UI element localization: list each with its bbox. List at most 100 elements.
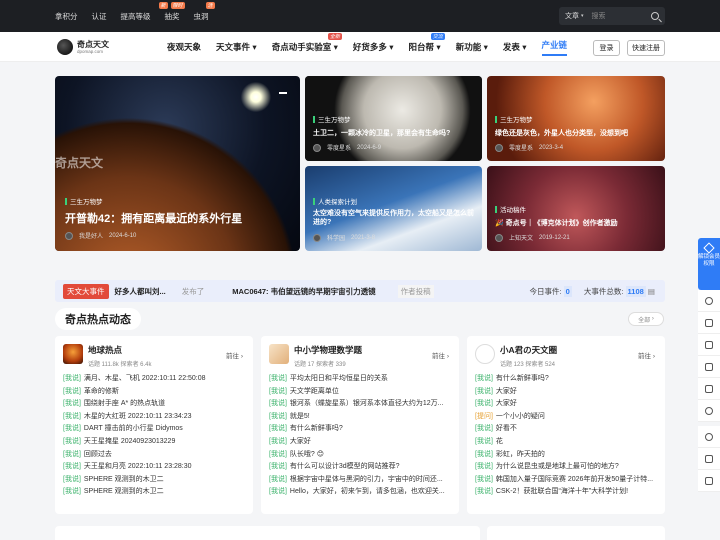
column-name[interactable]: 中小学物理数学题 xyxy=(294,344,362,356)
list-item[interactable]: [我说] 木星的大红斑 2022:10:11 23:34:23 xyxy=(63,411,247,424)
chevron-down-icon: ▾ xyxy=(389,42,394,52)
nav-item-publish[interactable]: 发表 ▾ xyxy=(503,41,527,53)
nav-item-sky[interactable]: 夜观天象 xyxy=(167,41,201,53)
banner-main-category: 三生万物梦 xyxy=(65,196,103,206)
banner-watermark: 奇点天文 xyxy=(55,156,104,170)
search-type-select[interactable]: 文章 xyxy=(565,11,579,21)
column-name[interactable]: 地球热点 xyxy=(88,344,151,356)
banner-activity-title[interactable]: 🎉 奇点号｜《博克体计划》创作者激励 xyxy=(495,218,618,228)
list-item[interactable]: [我说] CSK-2！获批联合国“海洋十年”大科学计划! xyxy=(475,486,659,499)
section-all-button[interactable]: 全部 › xyxy=(628,312,664,326)
sidebar-top-button[interactable] xyxy=(698,470,720,492)
list-item[interactable]: [我说] 就是5! xyxy=(269,411,453,424)
author-avatar xyxy=(495,143,503,152)
nav-item-industry[interactable]: 产业链 xyxy=(541,39,568,56)
banner-spaceship[interactable]: 人类探索计划 太空难没有空气来提供反作用力，太空船又是怎么前进的? 科学园 202… xyxy=(305,166,482,251)
list-item[interactable]: [我说] 为什么说昆虫或是地球上最可怕的地方? xyxy=(475,461,659,474)
banner-aliens-title[interactable]: 绿色还是灰色，外星人也分类型，没想到吧 xyxy=(495,128,628,138)
list-item[interactable]: [我说] 革命的修斯 xyxy=(63,386,247,399)
list-item[interactable]: [我说] 大家好 xyxy=(269,436,453,449)
ticker-source: 作者投稿 xyxy=(397,284,434,298)
top-link-wormhole[interactable]: 虫洞活 xyxy=(194,1,215,22)
sidebar-cart-button[interactable] xyxy=(698,312,720,334)
list-item[interactable]: [我说] DART 撞击前的小行星 Didymos xyxy=(63,423,247,436)
list-item[interactable]: [我说] 花 xyxy=(475,436,659,449)
list-item[interactable]: [我说] Hello，大家好，初来乍到，请多包涵，也欢迎关... xyxy=(269,486,453,499)
column-header[interactable]: 小A君の天文圈 话题 123 探索者 524 xyxy=(475,344,557,368)
top-link-points[interactable]: 拿积分 xyxy=(55,11,78,22)
chevron-down-icon: ▾ xyxy=(483,42,488,52)
search-input[interactable]: 搜索 xyxy=(592,11,651,21)
banner-aliens[interactable]: 三生万物梦 绿色还是灰色，外星人也分类型，没想到吧 零度星系 2023-3-4 xyxy=(487,76,665,161)
banner-spaceship-title[interactable]: 太空难没有空气来提供反作用力，太空船又是怎么前进的? xyxy=(313,209,478,227)
list-item[interactable]: [我说] 天文学距离单位 xyxy=(269,386,453,399)
column-go-button[interactable]: 前往 xyxy=(432,350,449,360)
list-item[interactable]: [我说] 大家好 xyxy=(475,386,659,399)
sidebar-user-button[interactable] xyxy=(698,290,720,312)
logo-sub: dpomap.com xyxy=(77,48,104,54)
list-item[interactable]: [我说] 围绕射手座 A* 的热点轨道 xyxy=(63,398,247,411)
sidebar-edit-button[interactable] xyxy=(698,448,720,470)
banner-enceladus[interactable]: 三生万物梦 土卫二，一颗冰冷的卫星，那里会有生命吗? 零度星系 2024-6-9 xyxy=(305,76,482,161)
slider-indicator[interactable] xyxy=(279,92,287,94)
nav-item-goods[interactable]: 好货多多 ▾ xyxy=(353,41,394,53)
list-item[interactable]: [我说] 平均太阳日和平均恒星日的关系 xyxy=(269,373,453,386)
sidebar-service-button[interactable] xyxy=(698,426,720,448)
list-item[interactable]: [我说] SPHERE 观测到的木卫二 xyxy=(63,474,247,487)
banner-enceladus-title[interactable]: 土卫二，一颗冰冷的卫星，那里会有生命吗? xyxy=(313,128,450,138)
sidebar-search-button[interactable] xyxy=(698,400,720,422)
banner-activity-category: 活动稿件 xyxy=(495,204,526,214)
nav-item-events[interactable]: 天文事件 ▾ xyxy=(216,41,257,53)
author-avatar xyxy=(495,233,503,242)
ticker-label[interactable]: 天文大事件 xyxy=(63,283,109,299)
list-icon[interactable]: ▤ xyxy=(648,287,655,296)
list-item[interactable]: [我说] 有什么可以设计3d模型的网站推荐? xyxy=(269,461,453,474)
user-icon xyxy=(705,296,713,305)
list-item[interactable]: [我说] 大家好 xyxy=(475,398,659,411)
sidebar-coupon-button[interactable] xyxy=(698,334,720,356)
nav-item-features[interactable]: 新功能 ▾ xyxy=(456,41,488,53)
banner-activity[interactable]: 活动稿件 🎉 奇点号｜《博克体计划》创作者激励 上知天文 2019-12-21 xyxy=(487,166,665,251)
column-header[interactable]: 地球热点 话题 111.8k 探索者 6.4k xyxy=(63,344,151,368)
nav-item-balcony[interactable]: 阳台帮 ▾ 交流 xyxy=(409,33,445,53)
list-item[interactable]: [我说] 韩国加入量子国际竞赛 2026年前开发50量子计特... xyxy=(475,474,659,487)
list-item[interactable]: [我说] 天王星和月亮 2022:10:11 23:28:30 xyxy=(63,461,247,474)
list-item[interactable]: [我说] 银河系（蝶旋星系）银河系本体直径大约为12万... xyxy=(269,398,453,411)
top-search[interactable]: 文章 ▾ 搜索 xyxy=(559,7,665,25)
login-button[interactable]: 登录 xyxy=(593,40,620,56)
list-item[interactable]: [我说] 满月、木星、飞机 2022:10:11 22:50:08 xyxy=(63,373,247,386)
column-name[interactable]: 小A君の天文圈 xyxy=(500,344,557,356)
ticker-text[interactable]: 好多人都叫刘... xyxy=(115,286,166,297)
column-go-button[interactable]: 前往 xyxy=(226,350,243,360)
list-item[interactable]: [我说] 有什么新鲜事吗? xyxy=(269,423,453,436)
list-item[interactable]: [我说] 回顾过去 xyxy=(63,449,247,462)
list-item[interactable]: [提问] 一个小小的疑问 xyxy=(475,411,659,424)
list-item[interactable]: [我说] 有什么新鲜事吗? xyxy=(475,373,659,386)
search-icon[interactable] xyxy=(651,12,659,20)
list-item[interactable]: [我说] 好看不 xyxy=(475,423,659,436)
register-button[interactable]: 快速注册 xyxy=(627,40,665,56)
top-link-verify[interactable]: 认证 xyxy=(92,11,107,22)
section-title: 奇点热点动态 xyxy=(55,308,141,330)
banner-main[interactable]: 奇点天文 三生万物梦 开普勒42：拥有距离最近的系外行星 我是好人 2024-6-… xyxy=(55,76,300,251)
sidebar-gift-button[interactable] xyxy=(698,356,720,378)
top-link-level[interactable]: 提高等级新 xyxy=(121,1,168,22)
list-item[interactable]: [我说] SPHERE 观测到的木卫二 xyxy=(63,486,247,499)
vip-unlock-button[interactable]: 解锁会员权限 xyxy=(698,238,720,290)
list-item[interactable]: [我说] 队长哦? 😊 xyxy=(269,449,453,462)
site-logo[interactable]: 奇点天文 dpomap.com xyxy=(57,39,109,55)
banner-activity-meta: 上知天文 2019-12-21 xyxy=(495,233,570,242)
list-item[interactable]: [我说] 根据宇宙中星体与黑洞的引力，宇宙中的时间还... xyxy=(269,474,453,487)
ticker-item[interactable]: MAC0647: 韦伯望远镜的早期宇宙引力透镜 xyxy=(232,286,375,297)
earth-topic-icon xyxy=(63,344,83,364)
sidebar-mail-button[interactable] xyxy=(698,378,720,400)
chevron-down-icon: ▾ xyxy=(581,13,584,19)
column-header[interactable]: 中小学物理数学题 话题 17 探索者 339 xyxy=(269,344,362,368)
list-item[interactable]: [我说] 天王星掩星 20240923013229 xyxy=(63,436,247,449)
list-item[interactable]: [我说] 彩虹，昨天拍的 xyxy=(475,449,659,462)
column-go-button[interactable]: 前往 xyxy=(638,350,655,360)
top-link-lottery[interactable]: 抽奖 限时 xyxy=(165,1,185,22)
nav-item-lab[interactable]: 奇点动手实验室 ▾ 全新 xyxy=(272,33,342,53)
banner-main-title[interactable]: 开普勒42：拥有距离最近的系外行星 xyxy=(65,210,242,226)
banner-enceladus-meta: 零度星系 2024-6-9 xyxy=(313,143,381,152)
